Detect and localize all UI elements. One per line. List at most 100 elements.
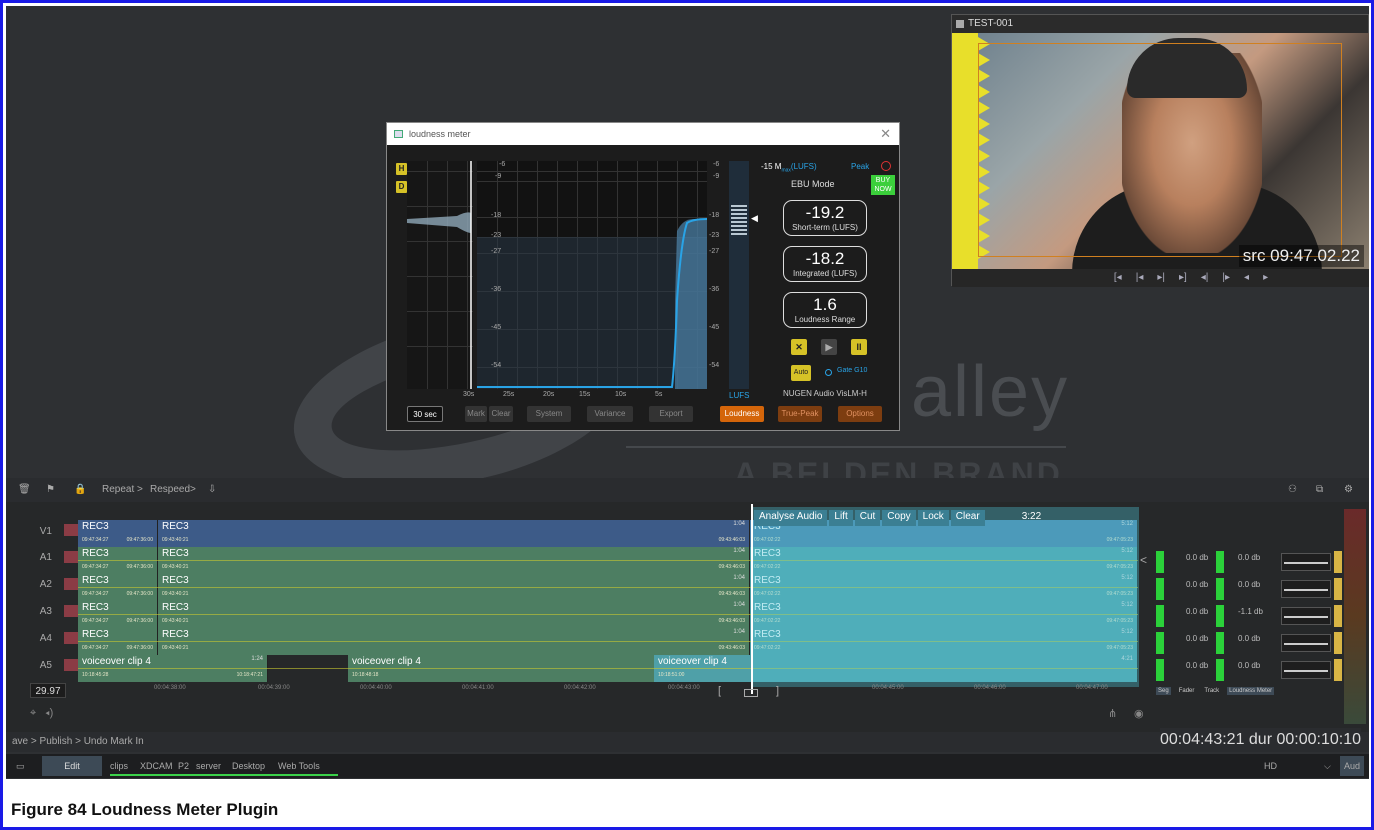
peak-indicator-icon <box>881 161 891 171</box>
audio-mixer: 0.0 db 0.0 db 0.0 db 0.0 db 0.0 db -1.1 db 0.0… <box>1140 521 1346 697</box>
clear-button[interactable]: Clear <box>489 406 513 422</box>
settings-icon[interactable]: ⚙ <box>1344 478 1353 502</box>
ruler-label: 00:04:41:00 <box>462 685 494 691</box>
clip[interactable]: REC3 09:43:40:21 09:43:46:03 1:04 <box>158 520 750 547</box>
track-patch[interactable] <box>64 524 78 536</box>
short-term-value: -19.2 <box>805 203 845 222</box>
track-patch[interactable] <box>64 578 78 590</box>
h-button[interactable]: H <box>396 163 407 175</box>
d-button[interactable]: D <box>396 181 407 193</box>
time-label: 10s <box>615 391 627 398</box>
track-name[interactable]: V1 <box>6 526 66 537</box>
step-forward-button[interactable]: |▸ <box>1222 269 1230 287</box>
split-icon[interactable]: ⚑ <box>46 478 55 502</box>
mark-in-icon[interactable]: [ <box>718 685 721 697</box>
trash-icon[interactable]: 🗑 <box>18 478 31 502</box>
variance-button[interactable]: Variance <box>587 406 633 422</box>
clip-view-icon[interactable] <box>744 689 758 697</box>
mixer-tab[interactable]: Track <box>1202 687 1221 695</box>
marker-icon[interactable]: ⇩ <box>208 478 216 502</box>
play-button[interactable]: ▸ <box>1263 269 1268 287</box>
lift-button[interactable]: Lift <box>829 510 853 526</box>
monitor-video[interactable]: src 09:47.02.22 <box>952 33 1369 273</box>
lock-icon[interactable]: 🔒 <box>74 478 86 502</box>
system-button[interactable]: System <box>527 406 571 422</box>
volume-fader[interactable] <box>1281 634 1331 652</box>
aud-button[interactable]: Aud <box>1340 756 1365 776</box>
gate-radio-icon[interactable] <box>825 369 832 376</box>
track-name[interactable]: A2 <box>6 579 66 590</box>
loudness-tab-button[interactable]: Loudness <box>720 406 764 422</box>
auto-button[interactable]: Auto <box>791 365 811 381</box>
track-patch[interactable] <box>64 605 78 617</box>
clip-in-tc: 09:47:34:27 <box>82 618 109 624</box>
volume-fader[interactable] <box>1281 580 1331 598</box>
clear-button[interactable]: Clear <box>950 510 985 526</box>
edit-tab[interactable]: Edit <box>42 756 102 776</box>
selection-region[interactable] <box>751 507 1139 687</box>
timeline-ruler[interactable]: 00:04:38:00 00:04:39:00 00:04:40:00 00:0… <box>78 685 1138 699</box>
playhead[interactable] <box>751 504 753 694</box>
clip-out-tc: 10:18:47:21 <box>236 672 263 678</box>
cut-button[interactable]: Cut <box>854 510 881 526</box>
tree-icon[interactable]: ⋔ <box>1108 707 1117 720</box>
mark-button[interactable]: Mark <box>465 406 487 422</box>
volume-fader[interactable] <box>1281 553 1331 571</box>
level-meter <box>1156 605 1164 627</box>
true-peak-button[interactable]: True-Peak <box>778 406 822 422</box>
track-patch[interactable] <box>64 659 78 671</box>
buy-now-button[interactable]: BUY NOW <box>871 175 895 195</box>
step-back-button[interactable]: ◂| <box>1201 269 1209 287</box>
volume-fader[interactable] <box>1281 661 1331 679</box>
brand-divider <box>626 446 1066 448</box>
track-name[interactable]: A3 <box>6 606 66 617</box>
time-window-button[interactable]: 30 sec <box>407 406 443 422</box>
analyse-audio-button[interactable]: Analyse Audio <box>754 510 828 526</box>
mixer-tab[interactable]: Fader <box>1177 687 1197 695</box>
track-patch[interactable] <box>64 551 78 563</box>
level-meter <box>1216 578 1224 600</box>
repeat-button[interactable]: Repeat > <box>102 478 143 502</box>
reset-button[interactable]: ✕ <box>791 339 807 355</box>
go-to-start-button[interactable]: |◂ <box>1136 269 1144 287</box>
respeed-button[interactable]: Respeed> <box>150 478 196 502</box>
play-button[interactable]: ▶ <box>821 339 837 355</box>
mixer-row: 0.0 db 0.0 db <box>1156 578 1342 602</box>
clip[interactable]: REC3 09:47:34:27 09:47:36:00 <box>78 520 158 547</box>
user-icon[interactable]: ⚇ <box>1288 478 1297 502</box>
format-label: HD <box>1264 761 1277 771</box>
play-reverse-button[interactable]: ◂ <box>1244 269 1249 287</box>
go-to-end-button[interactable]: ▸| <box>1157 269 1165 287</box>
mixer-tabs: Seg Fader Track Loudness Meter <box>1156 687 1275 695</box>
copy-button[interactable]: Copy <box>882 510 916 526</box>
marker-icon[interactable]: ⌖ <box>30 707 36 719</box>
copy-icon[interactable]: ⧉ <box>1316 478 1323 502</box>
source-monitor[interactable]: TEST-001 src 09:47.02.22 [◂ |◂ ▸| ▸] ◂| … <box>951 14 1369 287</box>
track-name[interactable]: A4 <box>6 633 66 644</box>
audio-icon[interactable]: ◂) <box>45 707 53 719</box>
export-button[interactable]: Export <box>649 406 693 422</box>
go-to-out-button[interactable]: ▸] <box>1179 269 1187 287</box>
mark-out-icon[interactable]: ] <box>776 685 779 697</box>
time-label: 5s <box>655 391 663 398</box>
track-name[interactable]: A1 <box>6 552 66 563</box>
track-headers: V1 A1 A2 A3 A4 A5 <box>6 520 68 695</box>
view-icon[interactable]: ◉ <box>1134 707 1144 720</box>
lm-titlebar[interactable]: loudness meter ✕ <box>387 123 899 145</box>
go-to-in-button[interactable]: [◂ <box>1114 269 1122 287</box>
pause-button[interactable]: II <box>851 339 867 355</box>
monitor-icon[interactable]: ▭ <box>16 754 25 778</box>
level-meter <box>1156 578 1164 600</box>
close-icon[interactable]: ✕ <box>880 123 891 145</box>
mixer-tab[interactable]: Loudness Meter <box>1227 687 1275 695</box>
lock-button[interactable]: Lock <box>917 510 949 526</box>
loudness-meter-window[interactable]: loudness meter ✕ H D -6 -9 -18 -23 -27 -… <box>386 122 900 431</box>
track-patch[interactable] <box>64 632 78 644</box>
volume-fader[interactable] <box>1281 607 1331 625</box>
clip-duration: 1:04 <box>733 548 745 554</box>
track-name[interactable]: A5 <box>6 660 66 671</box>
chevron-down-icon[interactable]: ⌵ <box>1324 754 1331 778</box>
options-button[interactable]: Options <box>838 406 882 422</box>
collapse-icon[interactable]: < <box>1140 553 1147 567</box>
mixer-tab[interactable]: Seg <box>1156 687 1171 695</box>
